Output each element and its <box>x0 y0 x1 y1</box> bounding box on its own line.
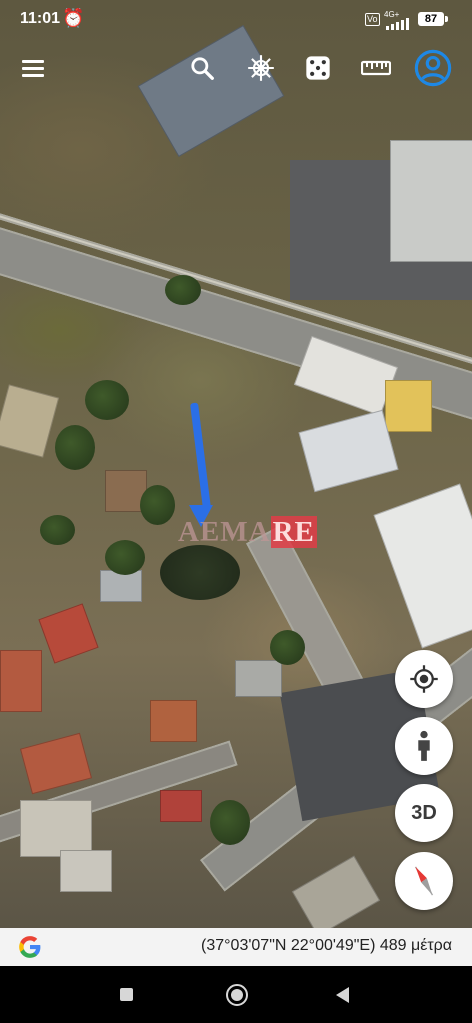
building <box>0 384 60 458</box>
tree <box>165 275 201 305</box>
system-navigation-bar <box>0 966 472 1023</box>
compass-button[interactable] <box>395 852 453 910</box>
status-time: 11:01 <box>20 10 61 27</box>
building <box>160 790 202 822</box>
status-bar: 11:01 ⏰ Vo 4G+ 87 <box>0 0 472 40</box>
watermark-highlight: RE <box>270 516 317 548</box>
tree <box>85 380 129 420</box>
account-circle-icon[interactable] <box>413 48 453 88</box>
hamburger-menu-icon[interactable] <box>20 55 48 83</box>
my-location-button[interactable] <box>395 650 453 708</box>
building <box>385 380 432 432</box>
volte-badge: Vo <box>365 13 380 26</box>
building <box>60 850 112 892</box>
building <box>0 650 42 712</box>
street-view-button[interactable] <box>395 717 453 775</box>
my-location-icon <box>410 665 438 693</box>
building <box>298 409 399 493</box>
3d-view-button[interactable]: 3D <box>395 784 453 842</box>
coordinates-bar: (37°03'07"N 22°00'49"E) 489 μέτρα <box>0 928 472 966</box>
battery-indicator: 87 <box>418 12 448 26</box>
3d-label: 3D <box>411 801 437 824</box>
tree <box>160 545 240 600</box>
tree <box>55 425 95 470</box>
ship-wheel-icon[interactable] <box>245 52 277 84</box>
dice-icon[interactable] <box>302 52 334 84</box>
ruler-icon[interactable] <box>360 54 392 82</box>
compass-icon <box>414 866 434 896</box>
building <box>291 855 381 930</box>
building <box>390 140 472 262</box>
back-icon[interactable] <box>336 987 349 1003</box>
signal-strength-icon <box>386 18 412 30</box>
google-g-icon <box>19 936 41 958</box>
building <box>373 483 472 649</box>
tree <box>210 800 250 845</box>
building <box>38 603 99 664</box>
alarm-clock-icon: ⏰ <box>62 8 85 28</box>
recent-apps-icon[interactable] <box>120 988 133 1001</box>
tree <box>140 485 175 525</box>
building <box>20 800 92 857</box>
building <box>150 700 197 742</box>
tree <box>40 515 75 545</box>
coordinates-readout: (37°03'07"N 22°00'49"E) 489 μέτρα <box>201 937 452 954</box>
search-icon[interactable] <box>186 52 218 84</box>
satellite-map[interactable]: ΑΕΜΑRE <box>0 0 472 930</box>
tree <box>270 630 305 665</box>
watermark-text: ΑΕΜΑ <box>178 516 271 548</box>
person-pegman-icon <box>418 730 430 761</box>
location-arrow-shaft <box>190 402 212 511</box>
home-icon[interactable] <box>226 984 248 1006</box>
building <box>19 732 93 795</box>
building <box>137 24 285 158</box>
tree <box>105 540 145 575</box>
watermark-logo: ΑΕΜΑRE <box>178 516 317 549</box>
building <box>235 660 282 697</box>
